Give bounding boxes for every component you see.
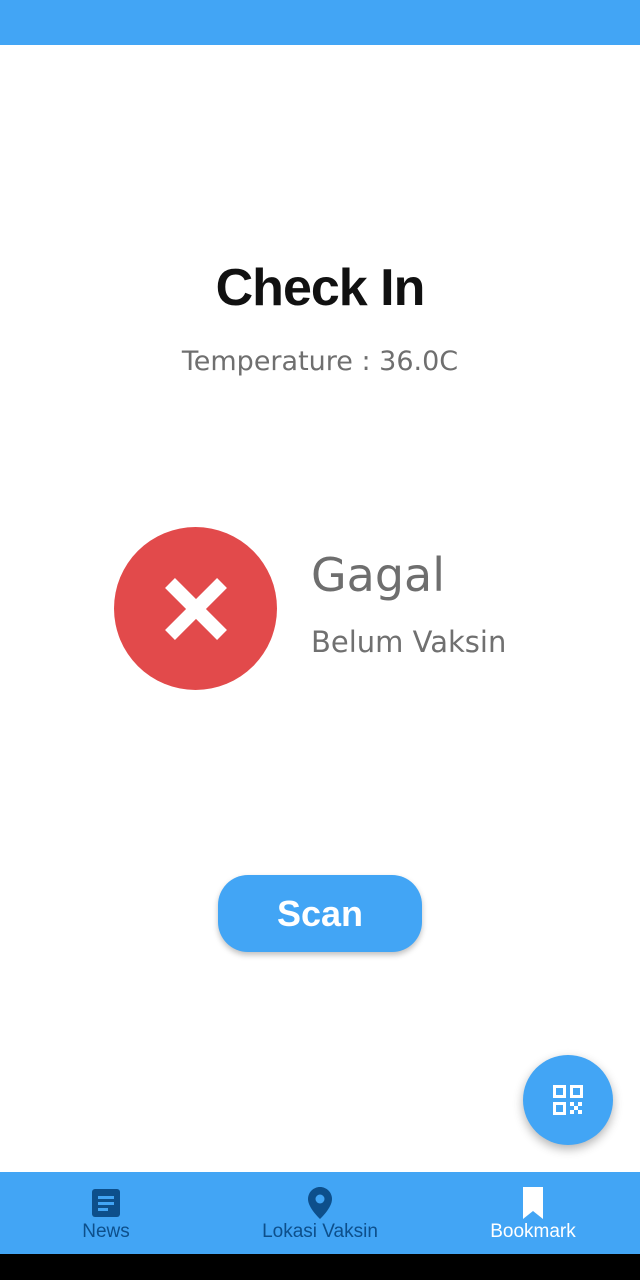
nav-item-bookmark[interactable]: Bookmark bbox=[473, 1172, 593, 1254]
scan-button[interactable]: Scan bbox=[218, 875, 422, 952]
bottom-nav: News Lokasi Vaksin Bookmark bbox=[0, 1172, 640, 1254]
status-title: Gagal bbox=[311, 548, 446, 602]
system-navigation-bar bbox=[0, 1254, 640, 1280]
nav-item-lokasi-vaksin[interactable]: Lokasi Vaksin bbox=[240, 1172, 400, 1254]
qr-code-icon bbox=[553, 1085, 583, 1115]
status-subtitle: Belum Vaksin bbox=[311, 625, 507, 659]
nav-label-bookmark: Bookmark bbox=[490, 1221, 576, 1242]
bookmark-icon bbox=[523, 1187, 543, 1219]
qr-scan-fab[interactable] bbox=[523, 1055, 613, 1145]
news-icon bbox=[92, 1189, 120, 1217]
nav-label-news: News bbox=[82, 1221, 130, 1242]
page-title: Check In bbox=[215, 259, 426, 317]
nav-item-news[interactable]: News bbox=[56, 1172, 156, 1254]
nav-label-lokasi-vaksin: Lokasi Vaksin bbox=[262, 1221, 378, 1242]
close-icon bbox=[165, 578, 227, 640]
status-circle bbox=[114, 527, 277, 690]
status-bar bbox=[0, 0, 640, 45]
temperature-text: Temperature : 36.0C bbox=[181, 346, 459, 377]
location-pin-icon bbox=[308, 1187, 332, 1219]
